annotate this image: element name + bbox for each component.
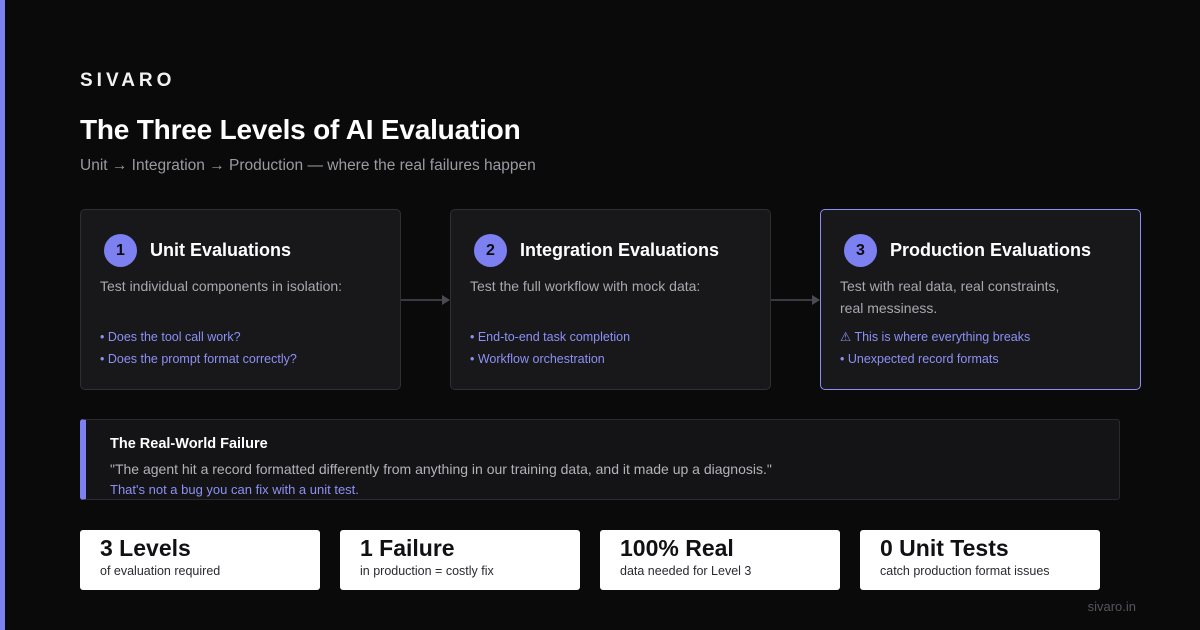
- card-points: • Does the tool call work? • Does the pr…: [100, 326, 297, 370]
- callout-quote: "The agent hit a record formatted differ…: [110, 461, 772, 477]
- stat-value: 0 Unit Tests: [880, 535, 1009, 561]
- footer-domain: sivaro.in: [1087, 599, 1136, 614]
- stat-label: in production = costly fix: [360, 564, 494, 578]
- failure-callout: The Real-World Failure "The agent hit a …: [80, 419, 1120, 500]
- level-card-production: 3 Production Evaluations Test with real …: [820, 209, 1141, 390]
- stat-value: 100% Real: [620, 535, 734, 561]
- stat-value: 1 Failure: [360, 535, 455, 561]
- level-card-unit: 1 Unit Evaluations Test individual compo…: [80, 209, 401, 390]
- card-title: Production Evaluations: [890, 240, 1092, 260]
- stat-label: of evaluation required: [100, 564, 221, 578]
- callout-heading: The Real-World Failure: [110, 436, 268, 452]
- left-accent-bar: [0, 0, 5, 630]
- connector-line: [401, 299, 443, 301]
- callout-note: That's not a bug you can fix with a unit…: [110, 482, 359, 497]
- card-point: • End-to-end task completion: [470, 330, 631, 344]
- level-number-badge: 3: [844, 234, 877, 267]
- stat-value: 3 Levels: [100, 535, 191, 561]
- page-subtitle: Unit → Integration → Production — where …: [80, 157, 536, 174]
- card-header: 3 Production Evaluations: [844, 234, 1091, 267]
- brand-logo: SIVARO: [80, 70, 176, 91]
- card-points: • End-to-end task completion • Workflow …: [470, 326, 630, 370]
- card-header: 1 Unit Evaluations: [104, 234, 291, 267]
- card-description: Test the full workflow with mock data:: [470, 278, 701, 294]
- level-number-badge: 2: [474, 234, 507, 267]
- card-title: Unit Evaluations: [150, 240, 292, 260]
- connector-line: [771, 299, 813, 301]
- level-card-integration: 2 Integration Evaluations Test the full …: [450, 209, 771, 390]
- stat-card: 100% Real data needed for Level 3: [600, 530, 840, 590]
- card-description: Test with real data, real constraints, r…: [840, 278, 1060, 316]
- stat-card: 1 Failure in production = costly fix: [340, 530, 580, 590]
- page-title: The Three Levels of AI Evaluation: [80, 114, 521, 145]
- card-point: • Workflow orchestration: [470, 352, 605, 366]
- card-point: • Does the tool call work?: [100, 330, 241, 344]
- card-title: Integration Evaluations: [520, 240, 720, 260]
- stat-label: catch production format issues: [880, 564, 1050, 578]
- stat-label: data needed for Level 3: [620, 564, 752, 578]
- level-number-badge: 1: [104, 234, 137, 267]
- card-header: 2 Integration Evaluations: [474, 234, 719, 267]
- card-points: ⚠ This is where everything breaks • Unex…: [840, 326, 1030, 370]
- card-point: • Unexpected record formats: [840, 352, 999, 366]
- card-description: Test individual components in isolation:: [100, 278, 343, 294]
- card-point: • Does the prompt format correctly?: [100, 352, 297, 366]
- stat-card: 3 Levels of evaluation required: [80, 530, 320, 590]
- stat-card: 0 Unit Tests catch production format iss…: [860, 530, 1100, 590]
- card-point-warning: ⚠ This is where everything breaks: [840, 330, 1031, 344]
- arrow-right-icon: [442, 295, 450, 305]
- arrow-right-icon: [812, 295, 820, 305]
